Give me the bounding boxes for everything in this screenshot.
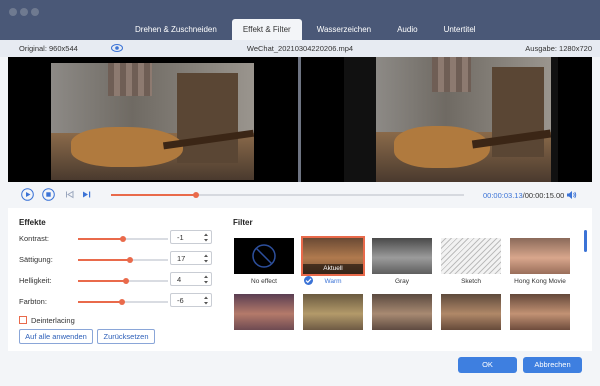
previous-frame-icon[interactable] <box>63 188 76 201</box>
filter-label: Sketch <box>461 278 481 285</box>
output-video-letterbox <box>344 57 558 182</box>
filter-label: Warm <box>324 278 342 285</box>
filter-thumb <box>441 294 501 330</box>
progress-knob[interactable] <box>192 192 199 198</box>
tab-bar: Drehen & Zuschneiden Effekt & Filter Was… <box>124 19 491 40</box>
contrast-slider[interactable] <box>78 236 168 242</box>
hue-label: Farbton: <box>19 297 47 306</box>
tab-subtitle[interactable]: Untertitel <box>433 19 487 40</box>
saturation-value: 17 <box>177 254 186 263</box>
maximize-window-button[interactable] <box>31 8 39 16</box>
reset-button[interactable]: Zurücksetzen <box>97 329 155 344</box>
hue-slider[interactable] <box>78 299 168 305</box>
filter-thumb <box>234 238 294 274</box>
brightness-value: 4 <box>177 275 182 284</box>
title-bar: Drehen & Zuschneiden Effekt & Filter Was… <box>0 0 600 40</box>
saturation-slider[interactable] <box>78 257 168 263</box>
filter-label: No effect <box>251 278 277 285</box>
output-resolution: Ausgabe: 1280x720 <box>525 44 592 53</box>
filter-thumb <box>372 294 432 330</box>
deinterlacing-label: Deinterlacing <box>31 316 75 325</box>
filter-thumb <box>234 294 294 330</box>
file-name: WeChat_20210304220206.mp4 <box>246 44 354 53</box>
filter-thumb <box>441 238 501 274</box>
close-window-button[interactable] <box>9 8 17 16</box>
filter-thumb <box>372 238 432 274</box>
tab-watermark[interactable]: Wasserzeichen <box>306 19 382 40</box>
info-bar: Original: 960x544 WeChat_20210304220206.… <box>0 40 600 57</box>
filter-label: Hong Kong Movie <box>514 278 566 285</box>
filter-thumb <box>303 294 363 330</box>
video-preview <box>8 57 592 182</box>
stop-icon[interactable] <box>42 188 55 201</box>
filter-gallery: No effect Aktuell Warm Gray Sketch Hong … <box>233 236 578 348</box>
tab-rotate-crop[interactable]: Drehen & Zuschneiden <box>124 19 228 40</box>
volume-icon[interactable] <box>566 190 577 200</box>
stepper-arrows-icon[interactable] <box>203 274 209 285</box>
filter-title: Filter <box>233 218 253 227</box>
progress-fill <box>111 194 196 196</box>
dialog-footer: OK Abbrechen <box>0 351 600 386</box>
playback-progress-bar[interactable] <box>111 192 464 198</box>
output-video-frame <box>376 57 551 182</box>
apply-to-all-button[interactable]: Auf alle anwenden <box>19 329 93 344</box>
hue-stepper[interactable]: -6 <box>170 293 212 307</box>
editor-window: Drehen & Zuschneiden Effekt & Filter Was… <box>0 0 600 386</box>
filter-scrollbar[interactable] <box>584 230 587 252</box>
filter-thumb: Aktuell <box>301 236 365 276</box>
no-effect-icon <box>252 244 276 268</box>
effects-title: Effekte <box>19 218 46 227</box>
deinterlacing-checkbox[interactable] <box>19 316 27 324</box>
stepper-arrows-icon[interactable] <box>203 232 209 243</box>
cancel-button[interactable]: Abbrechen <box>523 357 582 373</box>
brightness-slider[interactable] <box>78 278 168 284</box>
hue-value: -6 <box>177 296 184 305</box>
contrast-label: Kontrast: <box>19 234 50 243</box>
settings-panel: Effekte Kontrast: -1 Sättigung: 17 Helli… <box>8 208 592 351</box>
ok-button[interactable]: OK <box>458 357 517 373</box>
contrast-value: -1 <box>177 233 184 242</box>
contrast-stepper[interactable]: -1 <box>170 230 212 244</box>
tab-effect-filter[interactable]: Effekt & Filter <box>231 19 302 40</box>
play-icon[interactable] <box>21 188 34 201</box>
next-frame-icon[interactable] <box>80 188 93 201</box>
total-time: /00:00:15.00 <box>522 191 565 200</box>
original-video-frame <box>51 63 254 180</box>
filter-thumb <box>510 294 570 330</box>
minimize-window-button[interactable] <box>20 8 28 16</box>
time-readout: 00:00:03.13/00:00:15.00 <box>483 191 564 200</box>
stepper-arrows-icon[interactable] <box>203 253 209 264</box>
saturation-label: Sättigung: <box>19 255 53 264</box>
filter-label: Gray <box>394 278 410 285</box>
tab-audio[interactable]: Audio <box>386 19 428 40</box>
current-time: 00:00:03.13 <box>483 191 523 200</box>
brightness-stepper[interactable]: 4 <box>170 272 212 286</box>
brightness-label: Helligkeit: <box>19 276 52 285</box>
playback-controls: 00:00:03.13/00:00:15.00 <box>0 182 600 208</box>
stepper-arrows-icon[interactable] <box>203 295 209 306</box>
saturation-stepper[interactable]: 17 <box>170 251 212 265</box>
preview-divider <box>298 57 301 182</box>
current-badge: Aktuell <box>303 264 363 274</box>
filter-thumb <box>510 238 570 274</box>
